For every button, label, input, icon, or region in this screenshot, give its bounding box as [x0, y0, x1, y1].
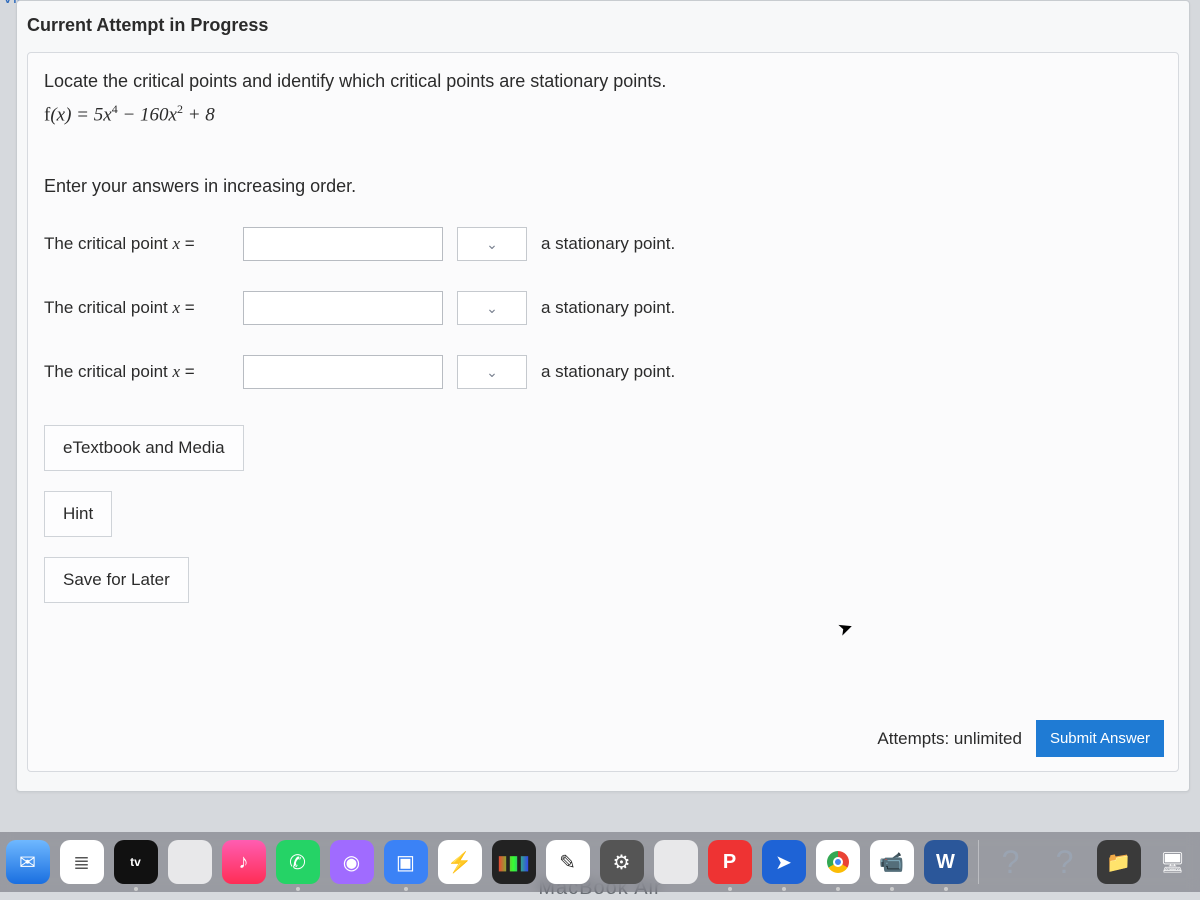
question-prompt: Locate the critical points and identify … [44, 71, 1162, 92]
assignment-panel: Current Attempt in Progress Locate the c… [16, 0, 1190, 792]
attempts-label: Attempts: unlimited [877, 729, 1022, 749]
dock-powerpoint-icon[interactable]: P [708, 840, 752, 884]
critical-point-input-3[interactable] [243, 355, 443, 389]
etextbook-button[interactable]: eTextbook and Media [44, 425, 244, 471]
stationary-select-3[interactable]: ⌄ [457, 355, 527, 389]
stationary-label: a stationary point. [541, 298, 675, 318]
dock-reminders-icon[interactable]: ≣ [60, 840, 104, 884]
chevron-down-icon: ⌄ [486, 300, 498, 317]
stationary-select-1[interactable]: ⌄ [457, 227, 527, 261]
dock: MAR 30 ✉ ≣ tv ♪ ✆ ◉ ▣ ⚡ ▮▮▮ ✎ ⚙ P ➤ 📹 W … [0, 832, 1200, 892]
dock-facetime-icon[interactable]: 📹 [870, 840, 914, 884]
dock-podcasts-icon[interactable]: ◉ [330, 840, 374, 884]
answer-label: The critical point x = [44, 234, 229, 254]
answer-label: The critical point x = [44, 298, 229, 318]
answer-row-1: The critical point x = ⌄ a stationary po… [44, 227, 1162, 261]
answer-label: The critical point x = [44, 362, 229, 382]
dock-chrome-icon[interactable] [816, 840, 860, 884]
question-card: Locate the critical points and identify … [27, 52, 1179, 772]
dock-whatsapp-icon[interactable]: ✆ [276, 840, 320, 884]
dock-folder-icon[interactable]: 📁 [1097, 840, 1141, 884]
dock-messenger-icon[interactable]: ⚡ [438, 840, 482, 884]
dock-screenmirror-icon[interactable]: ▣ [384, 840, 428, 884]
dock-generic-icon[interactable] [168, 840, 212, 884]
answer-row-2: The critical point x = ⌄ a stationary po… [44, 291, 1162, 325]
dock-word-icon[interactable]: W [924, 840, 968, 884]
dock-pages-icon[interactable]: ✎ [546, 840, 590, 884]
answer-instruction: Enter your answers in increasing order. [44, 176, 1162, 197]
stationary-select-2[interactable]: ⌄ [457, 291, 527, 325]
critical-point-input-2[interactable] [243, 291, 443, 325]
question-formula: f(x) = 5x4 − 160x2 + 8 [44, 102, 1162, 126]
stationary-label: a stationary point. [541, 362, 675, 382]
dock-arrow-icon[interactable]: ➤ [762, 840, 806, 884]
dock-appletv-icon[interactable]: tv [114, 840, 158, 884]
dock-separator [978, 840, 979, 884]
save-for-later-button[interactable]: Save for Later [44, 557, 189, 603]
dock-unknown1-icon[interactable]: ? [989, 840, 1033, 884]
cursor-icon: ➤ [835, 616, 856, 641]
question-footer: Attempts: unlimited Submit Answer [877, 720, 1164, 757]
dock-region: MAR 30 ✉ ≣ tv ♪ ✆ ◉ ▣ ⚡ ▮▮▮ ✎ ⚙ P ➤ 📹 W … [0, 812, 1200, 892]
chevron-down-icon: ⌄ [486, 364, 498, 381]
dock-unknown2-icon[interactable]: ? [1043, 840, 1087, 884]
dock-mail-icon[interactable]: ✉ [6, 840, 50, 884]
attempt-status: Current Attempt in Progress [17, 1, 1189, 46]
dock-stats-icon[interactable]: ▮▮▮ [492, 840, 536, 884]
hint-button[interactable]: Hint [44, 491, 112, 537]
stationary-label: a stationary point. [541, 234, 675, 254]
dock-music-icon[interactable]: ♪ [222, 840, 266, 884]
dock-generic2-icon[interactable] [654, 840, 698, 884]
dock-settings-icon[interactable]: ⚙ [600, 840, 644, 884]
critical-point-input-1[interactable] [243, 227, 443, 261]
submit-answer-button[interactable]: Submit Answer [1036, 720, 1164, 757]
answer-row-3: The critical point x = ⌄ a stationary po… [44, 355, 1162, 389]
chevron-down-icon: ⌄ [486, 236, 498, 253]
dock-display-icon[interactable]: 🖥 [1151, 840, 1195, 884]
